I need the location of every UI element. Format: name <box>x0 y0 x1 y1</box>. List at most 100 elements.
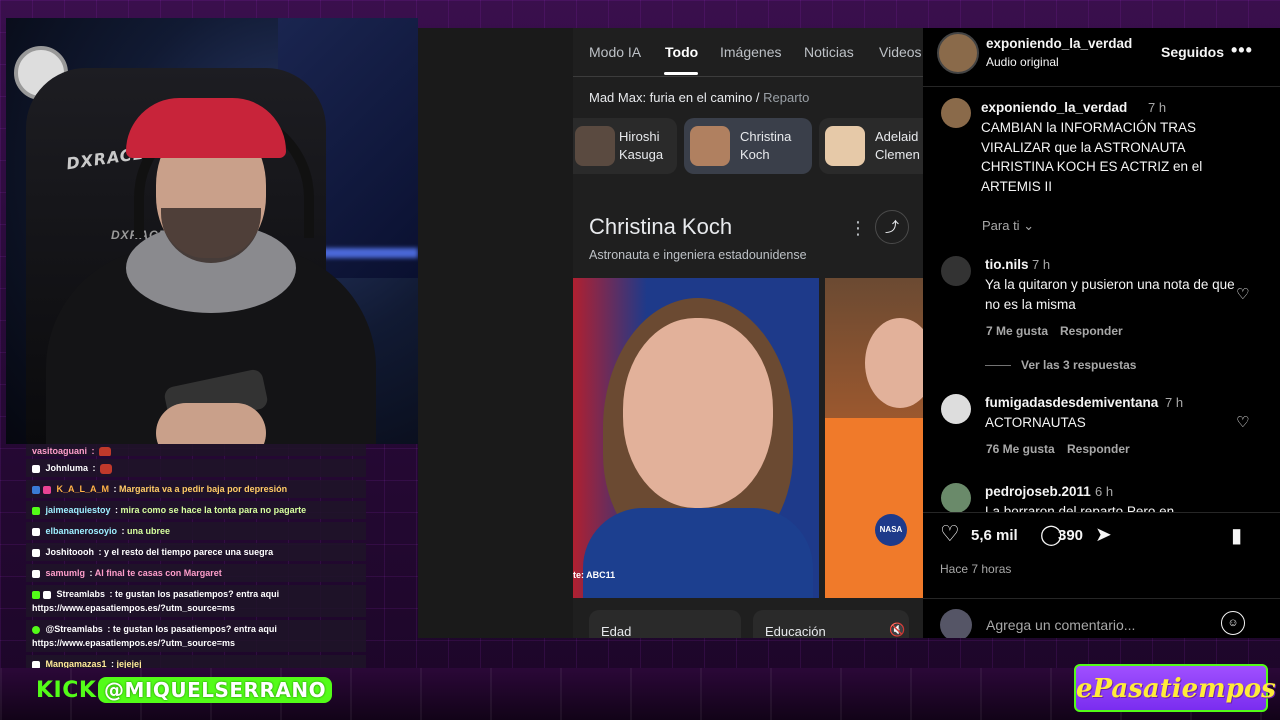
share-icon[interactable]: ⤴ <box>875 210 909 244</box>
badge-icon <box>32 548 40 557</box>
portrait-image[interactable]: te: ABC11 <box>573 278 819 598</box>
comment-username[interactable]: pedrojoseb.2011 <box>985 484 1091 499</box>
breadcrumb-reparto[interactable]: Reparto <box>763 90 809 105</box>
more-options-icon[interactable]: ••• <box>1231 40 1253 61</box>
logo-text: ePasatiempos <box>1076 674 1276 704</box>
reply-button[interactable]: Responder <box>1060 324 1123 338</box>
image-suit <box>825 418 923 598</box>
image-face <box>623 318 773 508</box>
badge-icon <box>32 625 40 634</box>
emoji-icon[interactable]: ☺ <box>1221 611 1245 635</box>
comment-text: Ya la quitaron y pusieron una nota de qu… <box>985 277 1235 312</box>
comment-username[interactable]: fumigadasdesdemiventana <box>985 395 1158 410</box>
chat-username: samumlg <box>45 568 86 578</box>
chat-text: y el resto del tiempo parece una suegra <box>104 547 274 557</box>
red-cap <box>126 98 286 158</box>
comment-username[interactable]: tio.nils <box>985 257 1029 272</box>
bookmark-icon[interactable]: ▮ <box>1231 523 1242 548</box>
comment-likes[interactable]: 76 Me gusta <box>986 442 1055 456</box>
emote-icon <box>99 446 112 456</box>
comment-bar: Agrega un comentario... ☺ <box>923 598 1280 638</box>
info-card-label: Educación <box>765 624 826 638</box>
para-ti-dropdown[interactable]: Para ti ⌄ <box>982 218 1034 234</box>
tab-videos[interactable]: Videos <box>879 44 922 60</box>
comment-text: La borraron del reparto Pero en <box>985 504 1175 512</box>
badge-icon <box>32 506 40 515</box>
chat-text: mira como se hace la tonta para no pagar… <box>120 505 307 515</box>
chat-message: vasitoaguani : <box>26 444 366 456</box>
knowledge-panel-title: Christina Koch <box>589 214 733 239</box>
badge-icon <box>32 527 40 536</box>
google-search-panel: Modo IA Todo Imágenes Noticias Videos Ma… <box>573 28 923 638</box>
streamer-hand <box>156 403 266 444</box>
tab-modo-ia[interactable]: Modo IA <box>589 44 641 60</box>
breadcrumb-movie[interactable]: Mad Max: furia en el camino <box>589 90 752 105</box>
chevron-down-icon: ⌄ <box>1023 218 1035 233</box>
avatar[interactable] <box>941 394 971 424</box>
comment-time: 6 h <box>1095 484 1114 499</box>
badge-icon <box>43 590 51 599</box>
more-vert-icon[interactable]: ⋮ <box>849 218 867 239</box>
comment-time: 7 h <box>1032 257 1051 272</box>
tab-todo[interactable]: Todo <box>665 44 698 60</box>
stream-chat: vasitoaguani : Johnluma : K_A_L_A_M : Ma… <box>26 444 366 676</box>
caption-time: 7 h <box>1148 100 1167 115</box>
para-ti-label: Para ti <box>982 218 1020 233</box>
mute-icon[interactable]: 🔇 <box>889 622 905 638</box>
comment-input[interactable]: Agrega un comentario... <box>986 617 1135 633</box>
astronaut-image[interactable]: NASA <box>825 278 923 598</box>
chat-username: Joshitoooh <box>45 547 95 557</box>
comment-likes[interactable]: 7 Me gusta <box>986 324 1048 338</box>
chat-username: @Streamlabs <box>45 624 103 634</box>
knowledge-panel-subtitle: Astronauta e ingeniera estadounidense <box>589 248 807 262</box>
badge-icon <box>32 569 40 578</box>
cast-card[interactable]: Hiroshi Kasuga <box>573 118 677 174</box>
post-header: exponiendo_la_verdad Audio original Segu… <box>923 28 1280 87</box>
share-send-icon[interactable]: ➤ <box>1095 522 1112 547</box>
image-source-caption: te: ABC11 <box>573 570 616 580</box>
chat-username: K_A_L_A_M <box>56 484 110 494</box>
avatar <box>940 609 972 638</box>
avatar[interactable] <box>937 32 979 74</box>
cast-card[interactable]: Adelaid Clemen <box>819 118 923 174</box>
info-card-label: Edad <box>601 624 632 638</box>
badge-icon <box>43 485 51 494</box>
caption-username[interactable]: exponiendo_la_verdad <box>981 100 1127 115</box>
chat-message: elbananerosoyio : una ubree <box>26 522 366 540</box>
webcam-feed: DXRACER DXRACER <box>6 18 418 444</box>
chat-text: una ubree <box>127 526 171 536</box>
tab-imagenes[interactable]: Imágenes <box>720 44 781 60</box>
comment-count[interactable]: 390 <box>1058 527 1083 544</box>
chat-message: Streamlabs : te gustan los pasatiempos? … <box>26 585 366 617</box>
nasa-patch: NASA <box>875 514 907 546</box>
cast-photo <box>575 126 615 166</box>
chat-username: Streamlabs <box>56 589 106 599</box>
avatar[interactable] <box>941 483 971 512</box>
reply-button[interactable]: Responder <box>1067 442 1130 456</box>
avatar[interactable] <box>941 256 971 286</box>
chat-username: Johnluma <box>45 463 89 473</box>
heart-icon[interactable]: ♡ <box>1236 285 1249 303</box>
avatar[interactable] <box>941 98 971 128</box>
post-username[interactable]: exponiendo_la_verdad <box>986 36 1132 51</box>
image-face <box>865 318 923 408</box>
heart-icon[interactable]: ♡ <box>1236 413 1249 431</box>
chat-message: Johnluma : <box>26 459 366 477</box>
kick-logo: KICK <box>36 678 97 703</box>
chat-text: Al final te casas con Margaret <box>94 568 222 578</box>
cast-photo <box>690 126 730 166</box>
info-card-edad[interactable]: Edad <box>589 610 741 638</box>
tab-noticias[interactable]: Noticias <box>804 44 854 60</box>
info-card-educacion[interactable]: Educación <box>753 610 909 638</box>
cast-name: Hiroshi Kasuga <box>619 129 664 162</box>
following-button[interactable]: Seguidos <box>1161 44 1224 60</box>
cast-name: Christina Koch <box>740 129 792 162</box>
like-count[interactable]: 5,6 mil <box>971 527 1018 544</box>
post-audio-label[interactable]: Audio original <box>986 55 1059 69</box>
cast-card-selected[interactable]: Christina Koch <box>684 118 812 174</box>
chat-message: samumlg : Al final te casas con Margaret <box>26 564 366 582</box>
chat-username: jaimeaquiestoy <box>45 505 111 515</box>
badge-icon <box>32 590 40 599</box>
like-heart-icon[interactable]: ♡ <box>940 521 960 547</box>
view-replies-button[interactable]: Ver las 3 respuestas <box>1021 358 1136 372</box>
